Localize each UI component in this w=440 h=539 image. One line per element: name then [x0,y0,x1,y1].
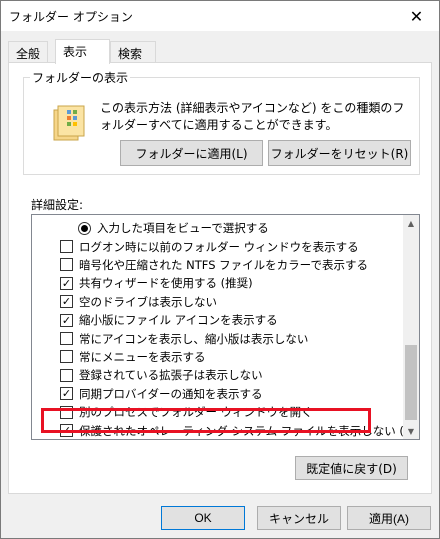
advanced-setting-item[interactable]: ✓ 縮小版にファイル アイコンを表示する [60,311,278,329]
title-bar[interactable]: フォルダー オプション ✕ [1,1,439,31]
advanced-setting-item[interactable]: ログオン時に以前のフォルダー ウィンドウを表示する [60,237,359,255]
scrollbar-thumb[interactable] [405,345,417,420]
advanced-setting-item[interactable]: ✓ 空のドライブは表示しない [60,293,217,311]
radio-button[interactable] [78,221,91,235]
advanced-settings-items: 入力した項目をビューで選択するログオン時に以前のフォルダー ウィンドウを表示する… [32,215,419,439]
advanced-setting-label: 共有ウィザードを使用する (推奨) [79,276,253,291]
highlight-annotation [41,408,371,433]
advanced-setting-label: 入力した項目をビューで選択する [97,221,269,236]
folder-views-icon [53,105,85,141]
tab-view[interactable]: 表示 [55,39,110,64]
advanced-setting-item[interactable]: 常にアイコンを表示し、縮小版は表示しない [60,329,308,347]
advanced-setting-label: 暗号化や圧縮された NTFS ファイルをカラーで表示する [79,257,368,272]
advanced-setting-item[interactable]: ✓ 同期プロバイダーの通知を表示する [60,385,263,403]
folder-views-group: フォルダーの表示 この表示方法 (詳細表示やアイコンなど) をこの種類のフォルダ… [23,69,420,175]
checkbox[interactable]: ✓ [60,295,73,309]
advanced-settings-list[interactable]: 入力した項目をビューで選択するログオン時に以前のフォルダー ウィンドウを表示する… [31,214,420,440]
advanced-setting-label: 縮小版にファイル アイコンを表示する [79,313,278,328]
reset-folders-button[interactable]: フォルダーをリセット(R) [268,140,411,166]
checkbox[interactable]: ✓ [60,387,73,401]
folder-views-label: フォルダーの表示 [30,69,131,86]
apply-button[interactable]: 適用(A) [347,506,431,530]
cancel-button[interactable]: キャンセル [257,506,341,530]
scroll-down-icon[interactable]: ▼ [403,423,419,439]
apply-to-folders-button[interactable]: フォルダーに適用(L) [120,140,263,166]
advanced-list-scrollbar[interactable]: ▲ ▼ [403,215,419,439]
checkbox[interactable]: ✓ [60,313,73,327]
checkbox[interactable] [60,368,73,382]
advanced-setting-item[interactable]: ✓ 共有ウィザードを使用する (推奨) [60,274,253,292]
checkbox[interactable] [60,332,73,346]
checkbox[interactable] [60,258,73,272]
restore-defaults-button[interactable]: 既定値に戻す(D) [295,456,408,480]
advanced-setting-label: 常にアイコンを表示し、縮小版は表示しない [79,331,309,346]
folder-options-window: フォルダー オプション ✕ 全般 表示 検索 フォルダーの表示 この表示方法 (… [0,0,440,539]
advanced-setting-item[interactable]: 暗号化や圧縮された NTFS ファイルをカラーで表示する [60,256,368,274]
ok-button[interactable]: OK [161,506,245,530]
advanced-setting-item[interactable]: 常にメニューを表示する [60,348,206,366]
advanced-setting-label: 同期プロバイダーの通知を表示する [79,386,263,401]
advanced-setting-label: ログオン時に以前のフォルダー ウィンドウを表示する [79,239,359,254]
checkbox[interactable]: ✓ [60,276,73,290]
checkbox[interactable] [60,350,73,364]
tab-general[interactable]: 全般 [8,41,48,62]
advanced-setting-label: 登録されている拡張子は表示しない [79,368,263,383]
close-icon[interactable]: ✕ [394,1,439,31]
advanced-setting-label: 常にメニューを表示する [79,349,206,364]
folder-views-description: この表示方法 (詳細表示やアイコンなど) をこの種類のフォルダーすべてに適用する… [100,101,405,132]
window-title: フォルダー オプション [9,10,133,24]
advanced-setting-item[interactable]: 入力した項目をビューで選択する [78,219,269,237]
advanced-setting-item[interactable]: 登録されている拡張子は表示しない [60,366,263,384]
checkbox[interactable] [60,240,73,254]
radio-selected-dot [81,224,88,232]
tab-search[interactable]: 検索 [110,41,156,62]
scroll-up-icon[interactable]: ▲ [403,215,419,231]
advanced-settings-label: 詳細設定: [31,198,84,212]
advanced-setting-label: 空のドライブは表示しない [79,294,217,309]
